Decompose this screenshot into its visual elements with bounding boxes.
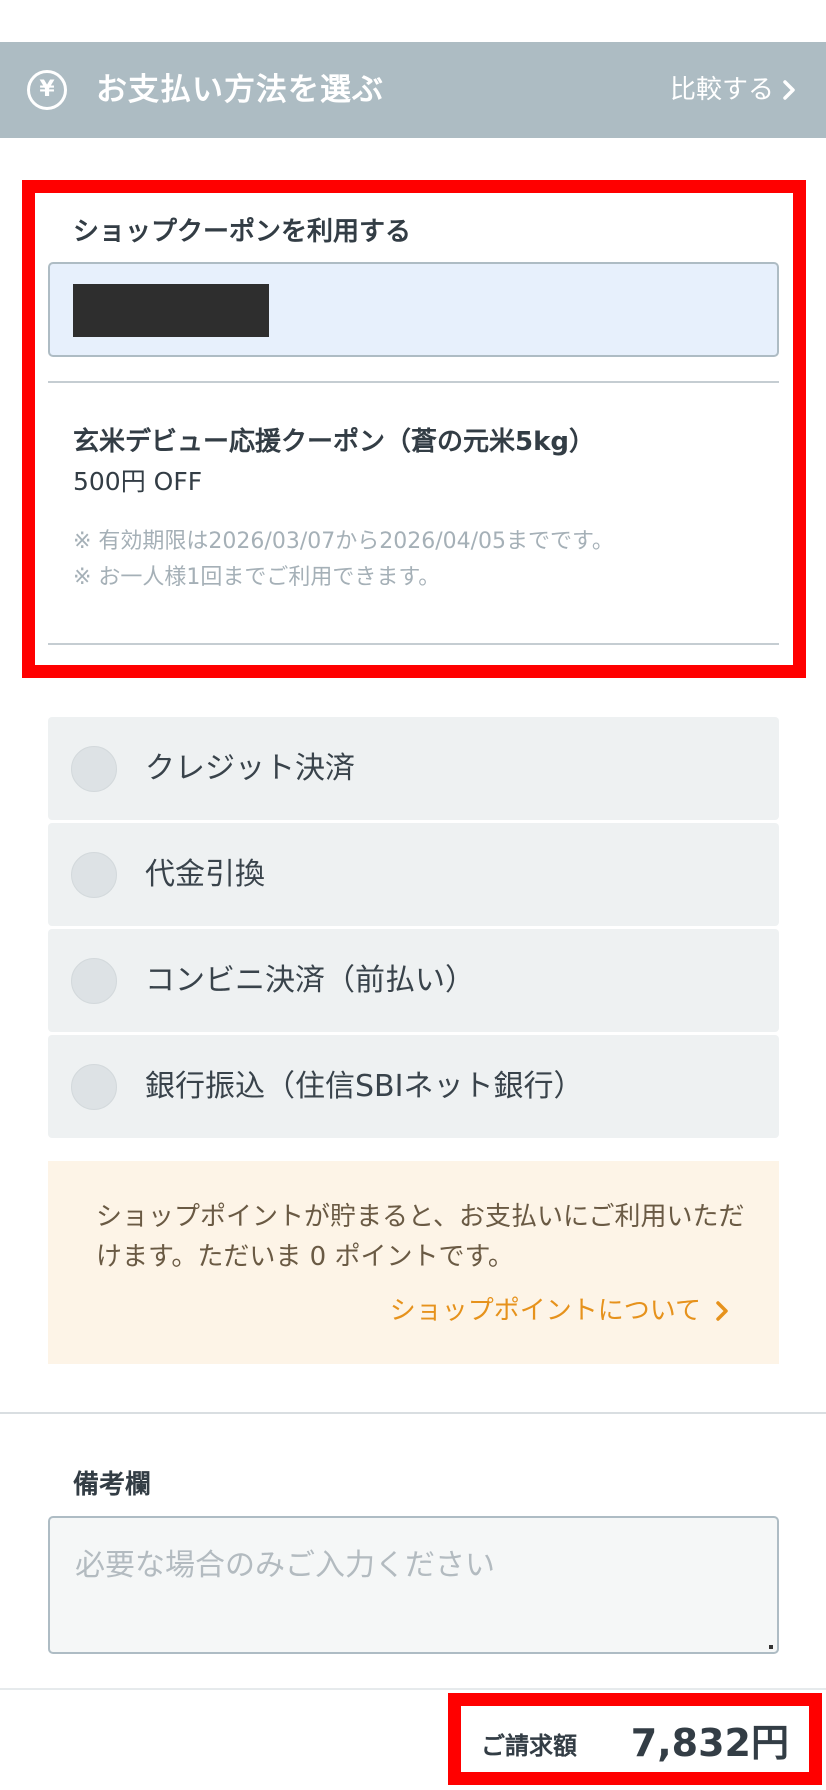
radio-button[interactable] — [71, 746, 117, 792]
payment-option-label: クレジット決済 — [145, 751, 355, 786]
payment-option-cod[interactable]: 代金引換 — [48, 823, 779, 926]
total-amount: 7,832円 — [630, 1721, 789, 1765]
notes-placeholder: 必要な場合のみご入力ください — [75, 1548, 495, 1583]
divider — [48, 381, 779, 383]
yen-icon: ¥ — [27, 70, 67, 110]
payment-option-convenience[interactable]: コンビニ決済（前払い） — [48, 929, 779, 1032]
page-title: お支払い方法を選ぶ — [96, 72, 384, 108]
total-label: ご請求額 — [481, 1732, 577, 1760]
radio-button[interactable] — [71, 1064, 117, 1110]
redacted-coupon-code — [73, 284, 269, 337]
compare-link[interactable]: 比較する — [670, 72, 796, 108]
coupon-validity-note: ※ 有効期限は2026/03/07から2026/04/05までです。 — [73, 529, 614, 554]
payment-option-credit[interactable]: クレジット決済 — [48, 717, 779, 820]
notes-textarea[interactable]: 必要な場合のみご入力ください — [48, 1516, 779, 1654]
chevron-right-icon — [783, 80, 795, 100]
payment-option-label: 代金引換 — [145, 857, 265, 892]
payment-option-label: 銀行振込（住信SBIネット銀行） — [145, 1069, 584, 1104]
section-divider — [0, 1412, 826, 1414]
billing-total: ご請求額 7,832円 — [448, 1693, 822, 1785]
payment-method-header: ¥ お支払い方法を選ぶ 比較する — [0, 42, 826, 138]
coupon-name: 玄米デビュー応援クーポン（蒼の元米5kg） — [73, 427, 595, 457]
shop-points-link[interactable]: ショップポイントについて — [390, 1293, 729, 1329]
resize-grip-icon[interactable] — [769, 1645, 773, 1649]
divider — [48, 643, 779, 645]
payment-option-label: コンビニ決済（前払い） — [145, 963, 475, 998]
coupon-usage-note: ※ お一人様1回までご利用できます。 — [73, 565, 441, 590]
coupon-code-input[interactable] — [48, 262, 779, 357]
shop-points-info: ショップポイントが貯まると、お支払いにご利用いただけます。ただいま 0 ポイント… — [48, 1161, 779, 1364]
shop-points-message: ショップポイントが貯まると、お支払いにご利用いただけます。ただいま 0 ポイント… — [96, 1202, 745, 1272]
radio-button[interactable] — [71, 852, 117, 898]
compare-label: 比較する — [669, 75, 774, 105]
section-divider — [0, 1688, 826, 1690]
payment-option-bank-transfer[interactable]: 銀行振込（住信SBIネット銀行） — [48, 1035, 779, 1138]
notes-label: 備考欄 — [73, 1470, 152, 1500]
coupon-discount: 500円 OFF — [73, 467, 203, 496]
shop-points-link-label: ショップポイントについて — [389, 1296, 701, 1326]
radio-button[interactable] — [71, 958, 117, 1004]
chevron-right-icon — [716, 1301, 728, 1321]
coupon-label: ショップクーポンを利用する — [73, 217, 412, 247]
